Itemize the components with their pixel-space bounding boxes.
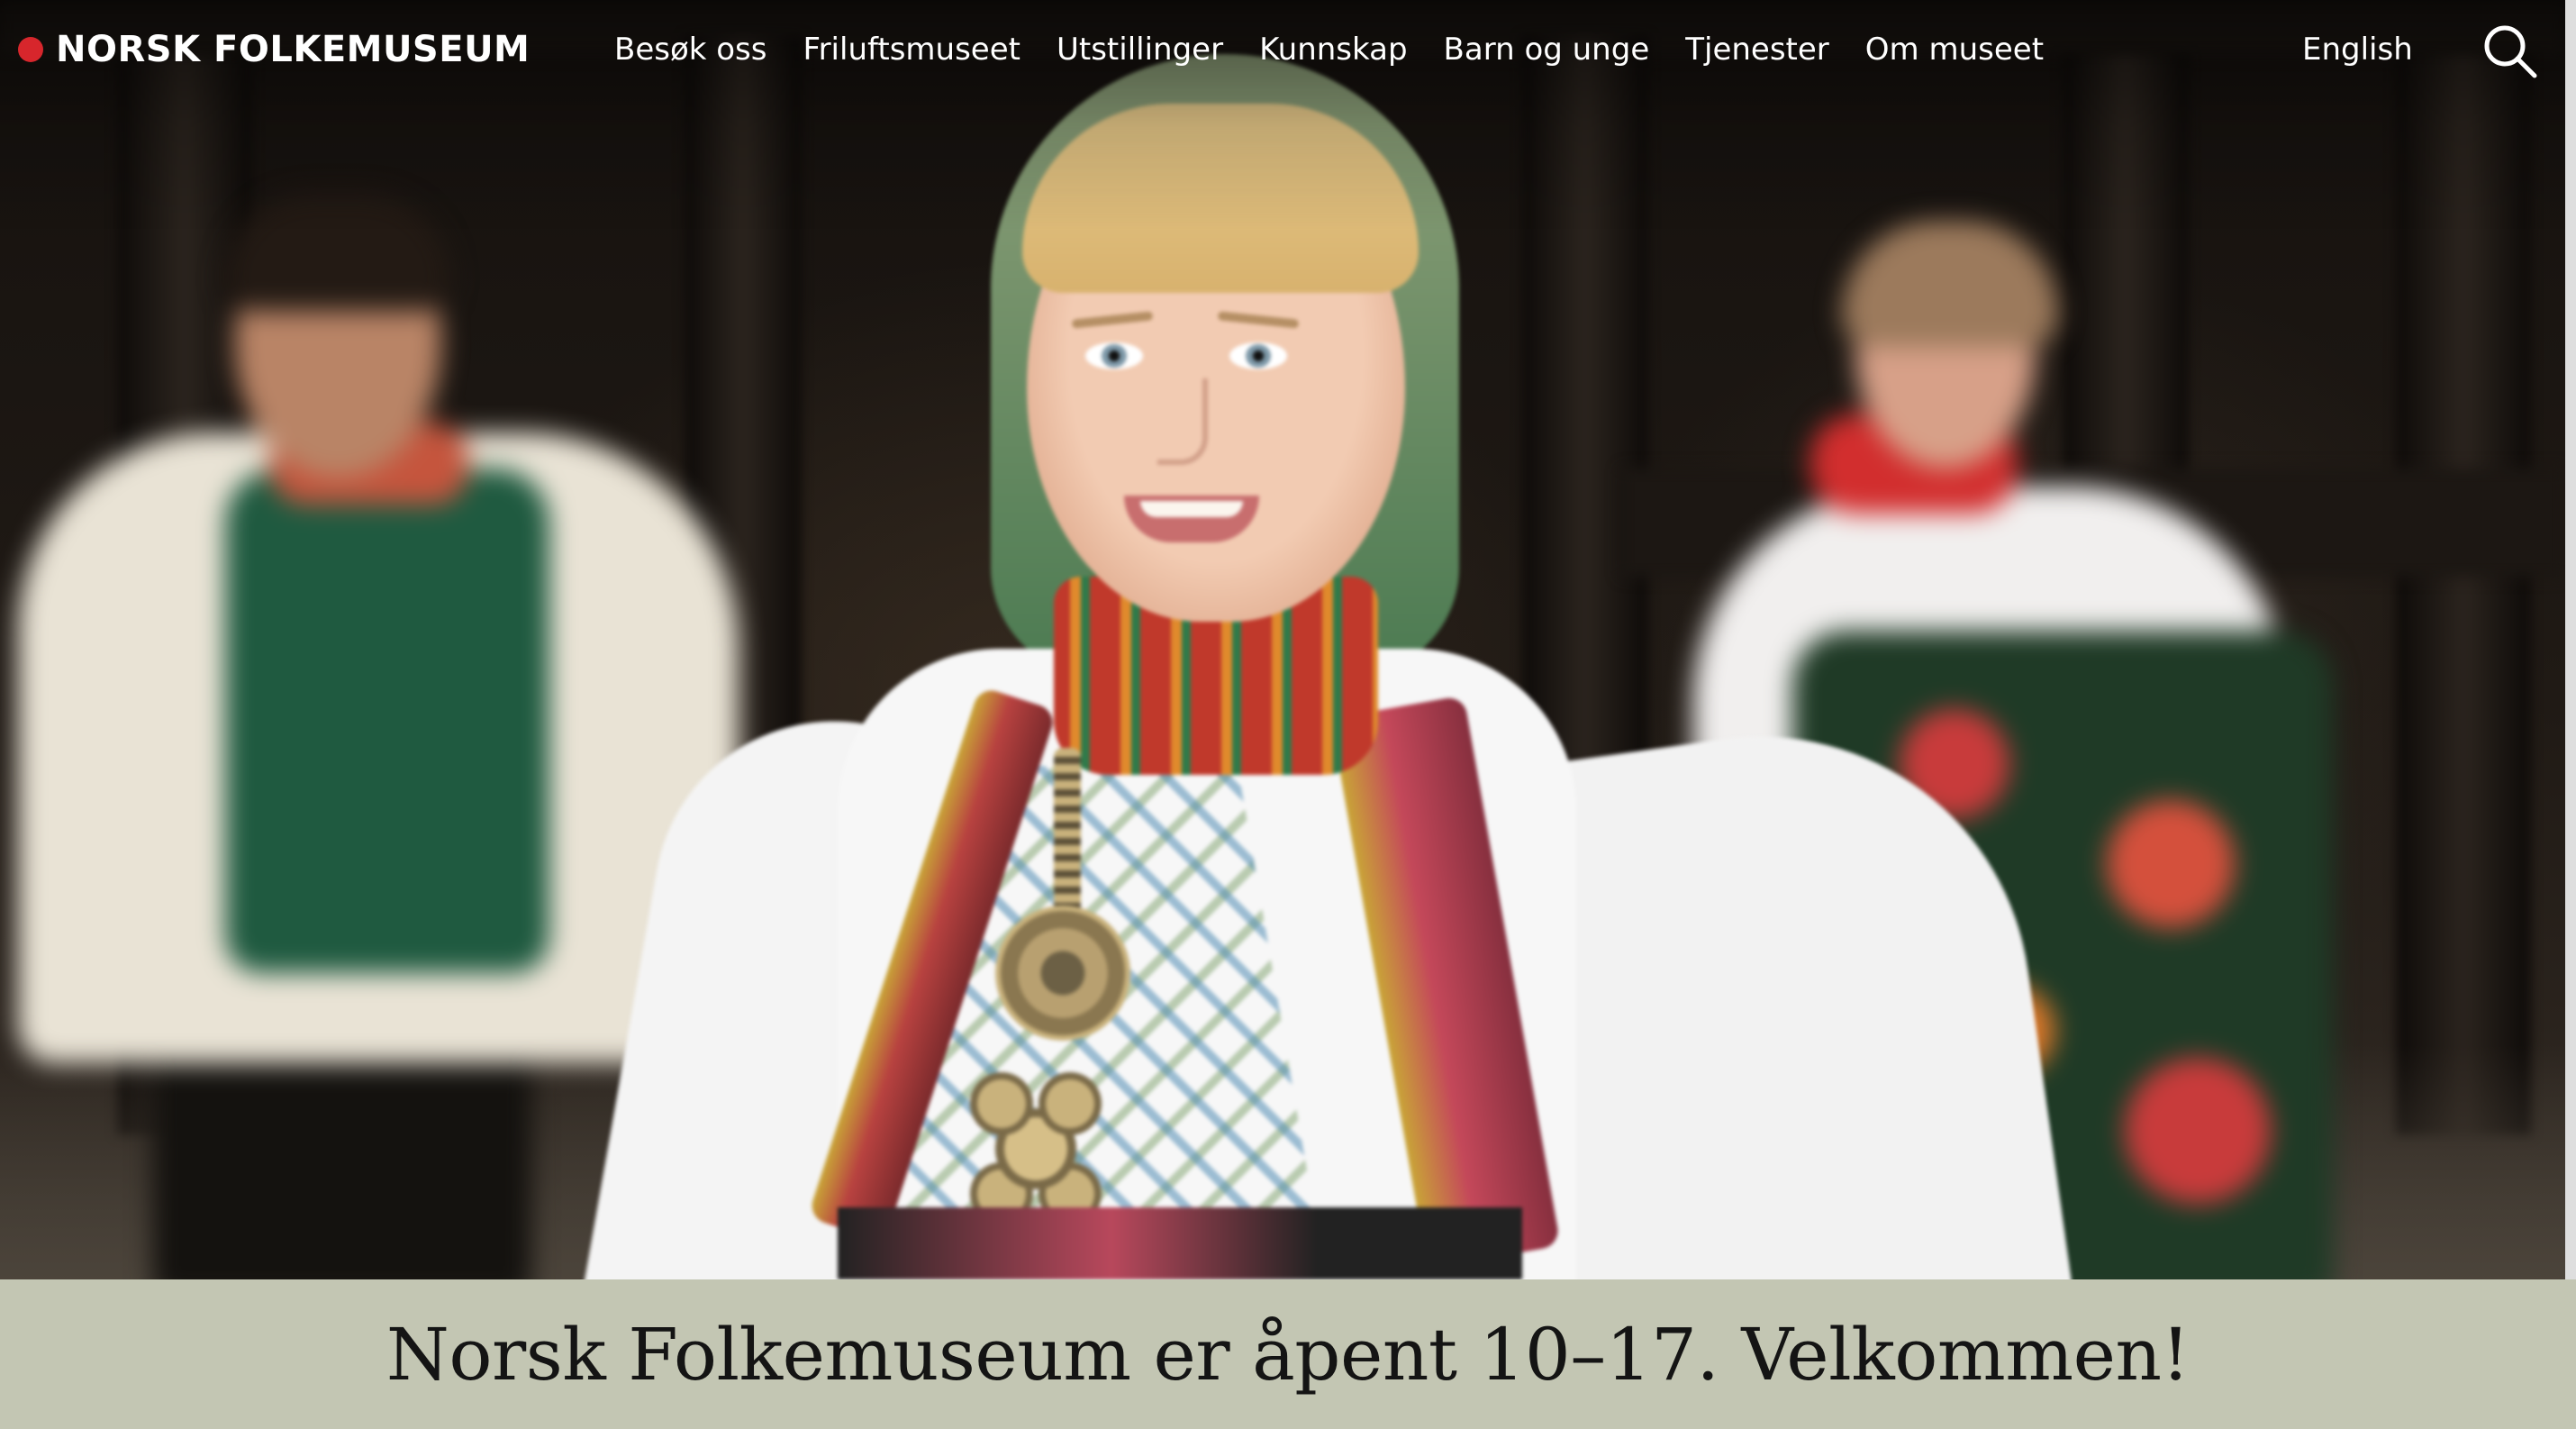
hero-photo	[0, 0, 2565, 1279]
nav-item-friluftsmuseet[interactable]: Friluftsmuseet	[803, 32, 1020, 68]
logo-dot-icon	[18, 37, 43, 62]
announcement-banner: Norsk Folkemuseum er åpent 10–17. Velkom…	[0, 1279, 2576, 1429]
page: NORSK FOLKEMUSEUM Besøk oss Friluftsmuse…	[0, 0, 2576, 1429]
site-header: NORSK FOLKEMUSEUM Besøk oss Friluftsmuse…	[0, 0, 2576, 99]
logo-text: NORSK FOLKEMUSEUM	[56, 29, 531, 70]
search-icon	[2484, 25, 2537, 78]
nav-item-barn-og-unge[interactable]: Barn og unge	[1444, 32, 1650, 68]
scrollbar[interactable]	[2565, 0, 2576, 1279]
language-link-english[interactable]: English	[2302, 27, 2413, 72]
nav-item-utstillinger[interactable]: Utstillinger	[1057, 32, 1223, 68]
banner-text: Norsk Folkemuseum er åpent 10–17. Velkom…	[385, 1312, 2191, 1397]
logo-link[interactable]: NORSK FOLKEMUSEUM	[18, 25, 530, 74]
nav-item-om-museet[interactable]: Om museet	[1865, 32, 2044, 68]
main-nav: Besøk oss Friluftsmuseet Utstillinger Ku…	[614, 27, 2044, 72]
nav-item-tjenester[interactable]: Tjenester	[1685, 32, 1829, 68]
search-button[interactable]	[2479, 20, 2542, 83]
nav-item-besok-oss[interactable]: Besøk oss	[614, 32, 767, 68]
nav-item-kunnskap[interactable]: Kunnskap	[1259, 32, 1407, 68]
